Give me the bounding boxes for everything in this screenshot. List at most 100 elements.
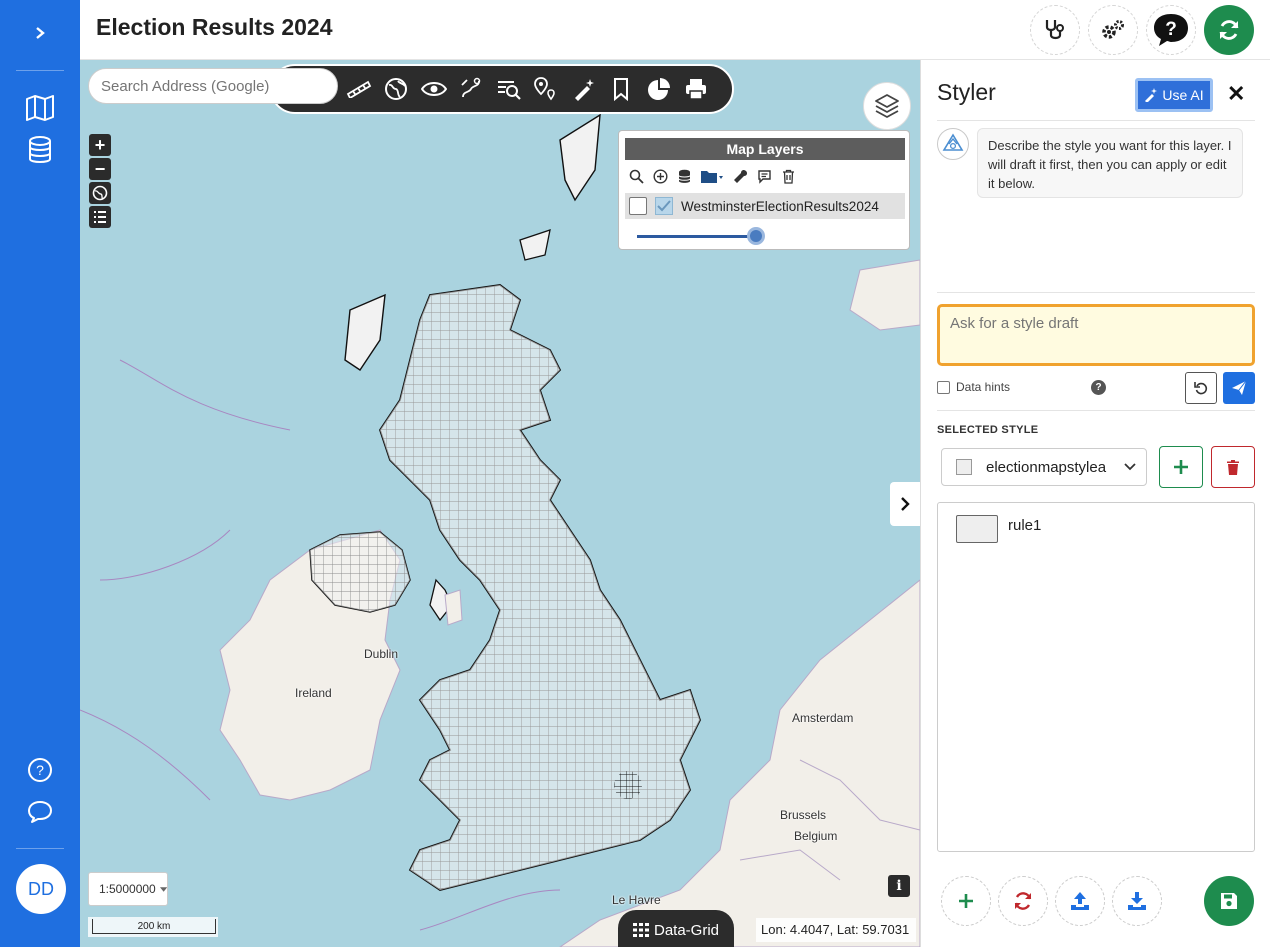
save-style-button[interactable] bbox=[1204, 876, 1254, 926]
map-layers-panel: Map Layers WestminsterElectionResults202… bbox=[618, 130, 910, 250]
visibility-tool[interactable] bbox=[415, 69, 453, 109]
scale-bar-label: 200 km bbox=[92, 919, 216, 934]
scale-select[interactable]: 1:5000000 bbox=[88, 872, 168, 906]
trash-icon bbox=[782, 169, 794, 184]
map-view[interactable]: + − Map Layers bbox=[80, 60, 920, 947]
avatar[interactable]: DD bbox=[16, 864, 66, 914]
layer-opacity-handle[interactable] bbox=[747, 227, 765, 245]
use-ai-label: Use AI bbox=[1162, 87, 1204, 103]
layer-folder-button[interactable] bbox=[699, 167, 725, 185]
selected-style-label: SELECTED STYLE bbox=[937, 424, 1039, 436]
upload-icon bbox=[1071, 892, 1089, 910]
layer-database-button[interactable] bbox=[675, 167, 693, 185]
assistant-message: Describe the style you want for this lay… bbox=[977, 128, 1243, 198]
map-info-button[interactable]: i bbox=[888, 875, 910, 897]
trash-icon bbox=[1227, 460, 1239, 475]
zoom-out-button[interactable]: − bbox=[89, 158, 111, 180]
globe-icon bbox=[92, 185, 108, 201]
help-button[interactable]: ? bbox=[1146, 5, 1196, 55]
stethoscope-icon bbox=[1045, 20, 1064, 40]
scale-bar: 200 km bbox=[88, 917, 218, 937]
add-style-button[interactable] bbox=[1159, 446, 1203, 488]
layer-row[interactable]: WestminsterElectionResults2024 bbox=[625, 193, 905, 219]
settings-button[interactable] bbox=[1088, 5, 1138, 55]
legend-list-button[interactable] bbox=[89, 206, 111, 228]
bookmark-tool[interactable] bbox=[603, 69, 641, 109]
data-hints-checkbox[interactable] bbox=[937, 380, 950, 394]
question-bubble-icon: ? bbox=[1154, 14, 1188, 46]
data-hints-help-icon[interactable]: ? bbox=[1091, 380, 1106, 395]
data-hints-toggle[interactable]: Data hints bbox=[937, 380, 1010, 394]
sidebar-item-maps[interactable] bbox=[20, 90, 60, 126]
layers-panel-title: Map Layers bbox=[625, 138, 905, 160]
map-label-ireland: Ireland bbox=[295, 686, 332, 700]
rules-list: rule1 bbox=[937, 502, 1255, 852]
upload-button[interactable] bbox=[1055, 876, 1105, 926]
layer-delete-button[interactable] bbox=[779, 167, 797, 185]
svg-text:?: ? bbox=[1165, 19, 1177, 40]
assistant-avatar bbox=[937, 128, 969, 160]
layer-comment-button[interactable] bbox=[755, 167, 773, 185]
layer-select-checkbox[interactable] bbox=[629, 197, 647, 215]
close-styler-button[interactable]: ✕ bbox=[1227, 82, 1245, 106]
chart-tool[interactable] bbox=[640, 69, 678, 109]
use-ai-button[interactable]: Use AI bbox=[1135, 78, 1213, 112]
collapse-panel-button[interactable] bbox=[890, 482, 920, 526]
layer-name: WestminsterElectionResults2024 bbox=[681, 198, 879, 214]
layer-add-button[interactable] bbox=[651, 167, 669, 185]
sidebar-item-data[interactable] bbox=[20, 132, 60, 168]
selected-style-select[interactable]: electionmapstylea bbox=[941, 448, 1147, 486]
data-grid-button[interactable]: Data-Grid bbox=[618, 910, 734, 947]
database-icon bbox=[29, 136, 51, 163]
eye-icon bbox=[420, 82, 447, 96]
layer-wrench-button[interactable] bbox=[731, 167, 749, 185]
diagnostics-button[interactable] bbox=[1030, 5, 1080, 55]
styler-divider bbox=[937, 120, 1255, 121]
globe-tool[interactable] bbox=[378, 69, 416, 109]
find-tool[interactable] bbox=[490, 69, 528, 109]
layers-toggle-button[interactable] bbox=[863, 82, 911, 130]
magic-tool[interactable] bbox=[565, 69, 603, 109]
pie-chart-icon bbox=[647, 78, 670, 100]
route-tool[interactable] bbox=[453, 69, 491, 109]
delete-style-button[interactable] bbox=[1211, 446, 1255, 488]
layer-visibility-checkbox[interactable] bbox=[655, 197, 673, 215]
database-icon bbox=[678, 169, 690, 183]
layer-opacity-slider[interactable] bbox=[637, 235, 757, 238]
undo-icon bbox=[1194, 382, 1208, 395]
wrench-icon bbox=[733, 169, 747, 183]
sidebar-item-chat[interactable] bbox=[20, 794, 60, 830]
list-item[interactable]: rule1 bbox=[956, 515, 1041, 543]
styler-divider bbox=[937, 410, 1255, 411]
save-icon bbox=[1221, 893, 1237, 909]
search-address-input[interactable] bbox=[88, 68, 338, 104]
header: Election Results 2024 ? bbox=[80, 0, 1270, 60]
refresh-button[interactable] bbox=[1204, 5, 1254, 55]
map-label-amsterdam: Amsterdam bbox=[792, 711, 854, 725]
add-rule-button[interactable] bbox=[941, 876, 991, 926]
sidebar-item-help[interactable]: ? bbox=[20, 752, 60, 788]
map-label-dublin: Dublin bbox=[364, 647, 399, 661]
zoom-in-button[interactable]: + bbox=[89, 134, 111, 156]
svg-text:?: ? bbox=[36, 762, 44, 778]
reset-draft-button[interactable] bbox=[1185, 372, 1217, 404]
pins-tool[interactable] bbox=[528, 69, 566, 109]
layers-icon bbox=[875, 94, 899, 118]
globe-extent-button[interactable] bbox=[89, 182, 111, 204]
send-draft-button[interactable] bbox=[1223, 372, 1255, 404]
print-tool[interactable] bbox=[678, 69, 716, 109]
sidebar-expand-button[interactable] bbox=[20, 15, 60, 51]
help-circle-icon: ? bbox=[28, 758, 52, 782]
measure-tool[interactable] bbox=[340, 69, 378, 109]
styler-divider bbox=[937, 292, 1255, 293]
style-draft-input[interactable] bbox=[937, 304, 1255, 366]
folder-icon bbox=[701, 170, 723, 183]
grid-icon bbox=[632, 923, 649, 937]
download-button[interactable] bbox=[1112, 876, 1162, 926]
sync-button[interactable] bbox=[998, 876, 1048, 926]
left-sidebar: ? DD bbox=[0, 0, 80, 947]
scale-select-value: 1:5000000 bbox=[99, 882, 156, 896]
page-title: Election Results 2024 bbox=[96, 14, 333, 40]
layer-search-button[interactable] bbox=[627, 167, 645, 185]
refresh-icon bbox=[1219, 20, 1239, 40]
